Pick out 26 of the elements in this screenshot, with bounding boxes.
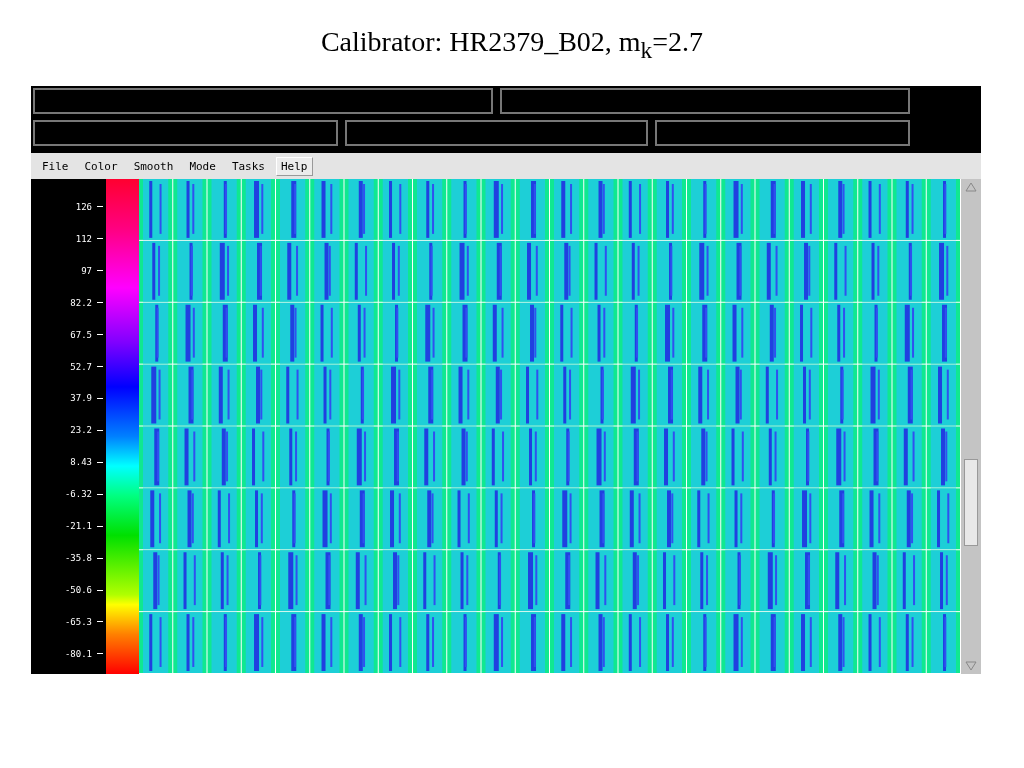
colorbar-label: -21.1	[64, 521, 92, 532]
colorbar-label: -6.32	[64, 489, 92, 500]
colorbar-label: 67.5	[70, 329, 92, 340]
scroll-up-icon[interactable]	[965, 182, 977, 192]
colorbar-label: 82.2	[70, 297, 92, 308]
menu-item[interactable]: Tasks	[226, 156, 270, 176]
colorbar-label: 37.9	[70, 393, 92, 404]
scrollbar-thumb[interactable]	[964, 459, 978, 546]
colorbar-label: 8.43	[70, 457, 92, 468]
colorbar-label: 23.2	[70, 425, 92, 436]
colorbar-label: -50.6	[64, 585, 92, 595]
colorbar-label: -80.1	[64, 648, 92, 659]
menu-item[interactable]: Smooth	[128, 156, 179, 176]
colorbar-label: -35.8	[64, 553, 92, 564]
scrollbar[interactable]	[961, 179, 981, 674]
menu-item[interactable]: File	[37, 156, 74, 176]
colorbar-label: 52.7	[70, 361, 92, 372]
slide-title: Calibrator: HR2379_B02, m$_{k}$=2.7	[320, 26, 704, 65]
menu-item[interactable]: Mode	[184, 156, 221, 176]
colorbar-label: 97	[81, 265, 92, 276]
colorbar-label: 126	[75, 201, 92, 212]
colorbar-label: -65.3	[64, 616, 92, 627]
scroll-down-icon[interactable]	[965, 661, 977, 671]
menu-item[interactable]: Color	[79, 156, 123, 176]
colorbar-label: 112	[75, 233, 92, 244]
menu-item[interactable]: Help	[276, 156, 313, 176]
